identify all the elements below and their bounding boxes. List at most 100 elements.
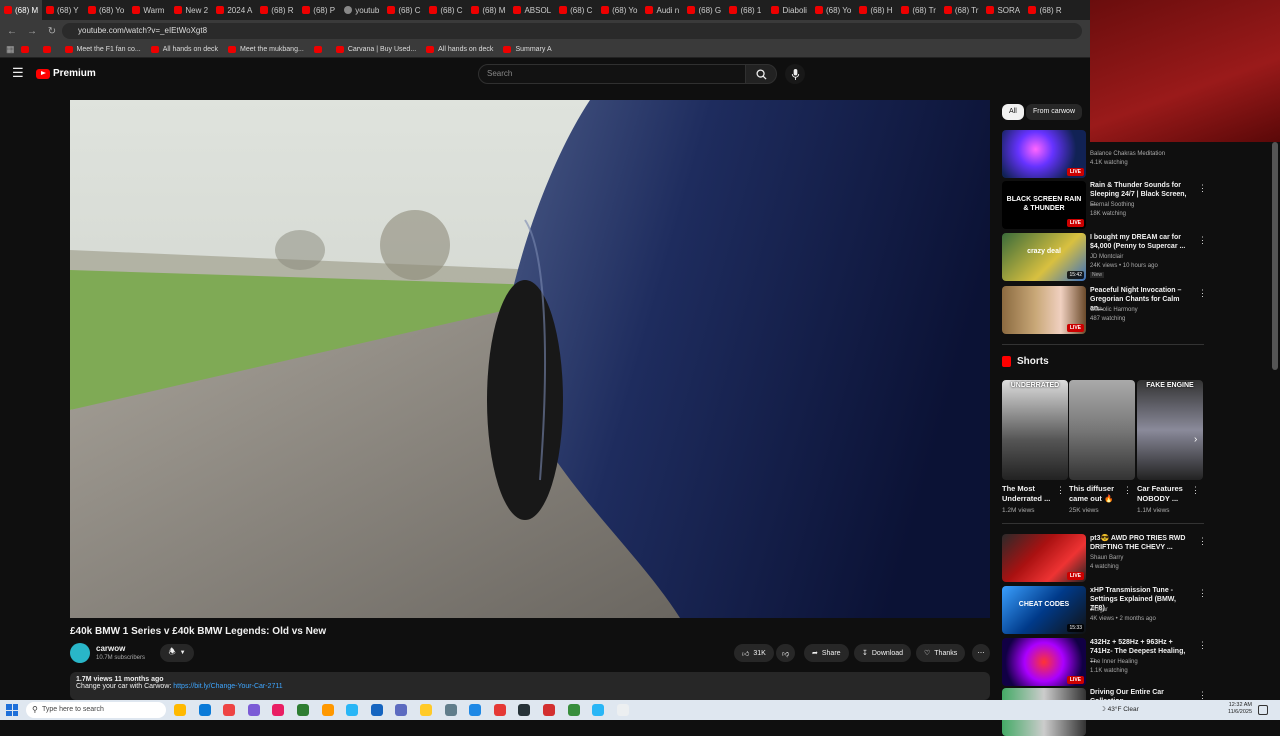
more-options-icon[interactable]: ⋮ [1191,485,1200,496]
recommended-video[interactable]: CHEAT CODES 15:33 xHP Transmission Tune - … [1002,586,1207,634]
browser-tab[interactable]: (68) M [467,0,509,20]
taskbar-search-input[interactable]: Type here to search [26,702,166,718]
forward-icon[interactable]: → [26,26,38,37]
bookmark-item[interactable] [20,46,33,53]
taskbar-app-icon[interactable] [247,704,260,716]
bookmark-item[interactable]: Meet the mukbang... [227,46,304,53]
notifications-icon[interactable] [1258,705,1268,715]
browser-tab[interactable]: ABSOL [509,0,555,20]
channel-name[interactable]: The Inner Healing [1090,659,1138,665]
browser-tab[interactable]: (68) C [383,0,425,20]
hamburger-menu-icon[interactable]: ☰ [12,66,24,79]
taskbar-app-icon[interactable] [592,704,605,716]
taskbar-app-icon[interactable] [567,704,580,716]
channel-name[interactable]: Jtdigar [1090,607,1108,613]
browser-tab[interactable]: New 2 [170,0,212,20]
taskbar-app-icon[interactable] [420,704,432,716]
bookmark-item[interactable] [313,46,326,53]
short-title[interactable]: The Most Underrated ... [1002,484,1056,504]
bookmark-item[interactable]: Meet the F1 fan co... [64,46,141,53]
reload-icon[interactable]: ↻ [46,26,58,37]
video-player[interactable] [70,100,990,618]
more-options-icon[interactable]: ⋮ [1123,485,1132,496]
youtube-logo[interactable]: Premium [36,68,96,79]
taskbar-clock[interactable]: 12:32 AM 11/6/2025 [1222,702,1252,716]
browser-tab[interactable]: (68) Y [42,0,84,20]
browser-tab[interactable]: (68) C [555,0,597,20]
video-thumbnail[interactable]: LIVE [1002,130,1086,178]
browser-tab[interactable]: (68) Tr [897,0,940,20]
subscribed-bell-button[interactable]: 🕭 ▼ [160,644,194,662]
browser-tab[interactable]: (68) M [0,0,42,20]
short-thumbnail[interactable]: FAKE ENGINE [1137,380,1203,480]
bookmark-item[interactable]: All hands on deck [426,46,493,53]
bookmark-item[interactable] [42,46,55,53]
browser-tab[interactable]: (68) Yo [811,0,855,20]
browser-tab[interactable]: Audi n [641,0,683,20]
taskbar-app-icon[interactable] [543,704,555,716]
channel-name[interactable]: Shaun Barry [1090,555,1123,561]
browser-tab[interactable]: (68) C [425,0,467,20]
taskbar-app-icon[interactable] [223,704,236,716]
taskbar-app-icon[interactable] [493,704,506,716]
browser-tab[interactable]: Warm [128,0,170,20]
download-button[interactable]: ↧ Download [854,644,912,662]
video-thumbnail[interactable]: crazy deal 15:42 [1002,233,1086,281]
channel-name[interactable]: Catholic Harmony [1090,307,1138,313]
browser-tab[interactable]: (68) H [855,0,897,20]
taskbar-app-icon[interactable] [272,704,285,716]
browser-tab[interactable]: SORA [982,0,1024,20]
recommended-video[interactable]: BLACK SCREEN RAIN & THUNDER LIVE Rain & Th… [1002,181,1207,229]
video-thumbnail[interactable]: LIVE [1002,534,1086,582]
browser-tab[interactable]: (68) P [298,0,340,20]
taskbar-app-icon[interactable] [469,704,482,716]
browser-tab[interactable]: youtub [340,0,383,20]
taskbar-app-icon[interactable] [395,704,408,716]
more-actions-button[interactable]: ⋯ [972,644,990,662]
channel-avatar[interactable] [70,643,90,663]
share-button[interactable]: ➦ Share [804,644,849,662]
voice-search-button[interactable] [785,64,805,84]
recommended-video[interactable]: LIVE 432Hz + 528Hz + 963Hz + 741Hz- The D… [1002,638,1207,686]
thanks-button[interactable]: ♡ Thanks [916,644,966,662]
channel-name[interactable]: Eternal Soothing [1090,202,1134,208]
recommended-video[interactable]: LIVE Peaceful Night Invocation – Gregoria… [1002,286,1207,334]
taskbar-app-icon[interactable] [616,704,629,716]
taskbar-app-icon[interactable] [518,704,531,716]
more-options-icon[interactable]: ⋮ [1056,485,1065,496]
search-button[interactable] [745,64,777,84]
description-link[interactable]: https://bit.ly/Change-Your-Car-2711 [173,683,282,690]
short-thumbnail[interactable]: UNDERRATED [1002,380,1068,480]
recommended-video[interactable]: crazy deal 15:42 I bought my DREAM car for… [1002,233,1207,281]
dislike-button[interactable]: 👎︎ [776,644,796,662]
video-title[interactable]: pt3😎 AWD PRO TRIES RWD DRIFTING THE CHEV… [1090,534,1192,552]
channel-name[interactable]: Balance Chakras Meditation [1090,151,1165,157]
more-options-icon[interactable]: ⋮ [1198,183,1207,194]
browser-tab[interactable]: (68) Yo [597,0,641,20]
taskbar-app-icon[interactable] [321,704,334,716]
more-options-icon[interactable]: ⋮ [1198,288,1207,299]
video-thumbnail[interactable]: CHEAT CODES 15:33 [1002,586,1086,634]
more-options-icon[interactable]: ⋮ [1198,588,1207,599]
video-thumbnail[interactable]: LIVE [1002,286,1086,334]
browser-tab[interactable]: (68) R [1024,0,1066,20]
more-options-icon[interactable]: ⋮ [1198,640,1207,651]
channel-name[interactable]: carwow [96,644,125,653]
browser-tab[interactable]: (68) Yo [84,0,128,20]
description-box[interactable]: 1.7M views 11 months ago Change your car… [70,672,990,700]
browser-tab[interactable]: (68) 1 [725,0,767,20]
short-title[interactable]: This diffuser came out 🔥 [1069,484,1123,504]
bookmark-item[interactable]: Carvana | Buy Used... [335,46,416,53]
bookmark-item[interactable]: Summary A [503,46,552,53]
recommended-video[interactable]: LIVE pt3😎 AWD PRO TRIES RWD DRIFTING THE … [1002,534,1207,582]
video-thumbnail[interactable]: BLACK SCREEN RAIN & THUNDER LIVE [1002,181,1086,229]
more-options-icon[interactable]: ⋮ [1198,235,1207,246]
filter-chip[interactable]: From carwow [1026,104,1083,120]
back-icon[interactable]: ← [6,26,18,37]
browser-tab[interactable]: Diaboli [767,0,810,20]
browser-tab[interactable]: (68) R [256,0,298,20]
apps-grid-icon[interactable]: ▦ [6,44,15,55]
filter-chip[interactable]: All [1002,104,1024,120]
shorts-next-arrow-icon[interactable]: › [1194,434,1197,445]
more-options-icon[interactable]: ⋮ [1198,536,1207,547]
